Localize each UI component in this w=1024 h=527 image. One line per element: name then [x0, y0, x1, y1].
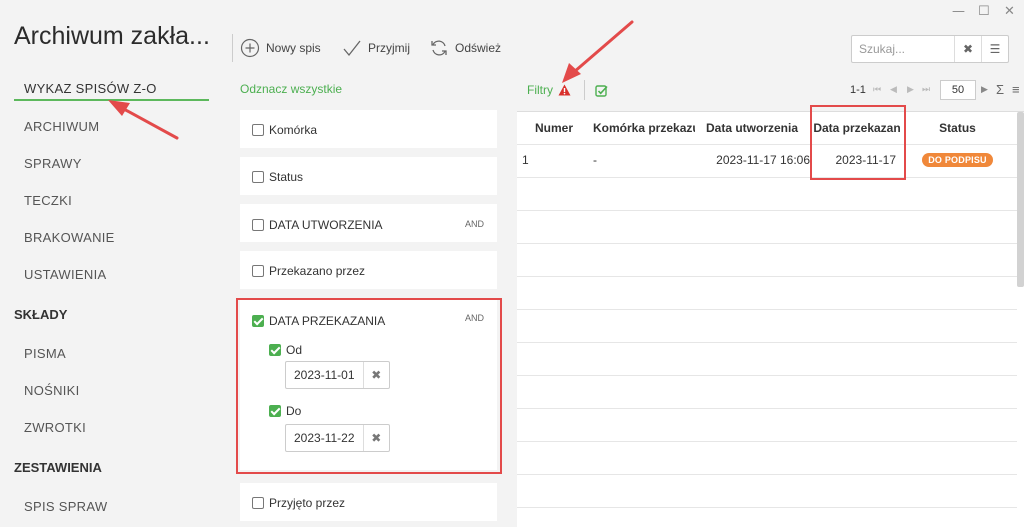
annotation-arrows	[108, 20, 634, 140]
